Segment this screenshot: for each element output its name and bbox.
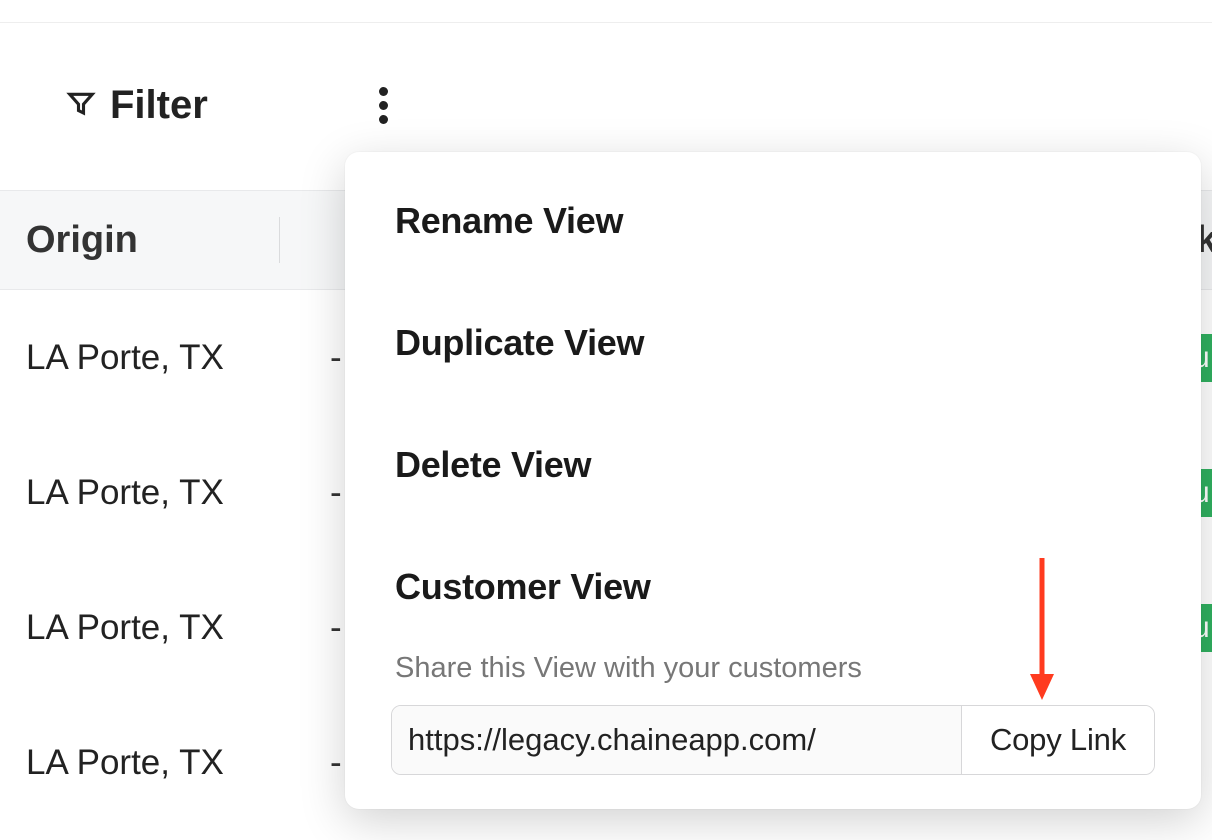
view-menu: Rename View Duplicate View Delete View C… [345, 152, 1201, 809]
dot-icon [379, 87, 388, 96]
filter-icon [66, 83, 110, 128]
divider [0, 22, 1212, 23]
cell-partial: - [330, 473, 342, 513]
cell-partial: - [330, 338, 342, 378]
dot-icon [379, 101, 388, 110]
share-url-input[interactable] [392, 706, 961, 774]
menu-item-rename[interactable]: Rename View [345, 160, 1201, 282]
cell-partial: - [330, 743, 342, 783]
cell-origin: LA Porte, TX [0, 608, 224, 648]
share-note: Share this View with your customers [345, 648, 1201, 705]
column-header-origin[interactable]: Origin [0, 219, 138, 262]
share-link-row: Copy Link [391, 705, 1155, 775]
filter-label: Filter [110, 83, 208, 128]
copy-link-button[interactable]: Copy Link [961, 706, 1154, 774]
menu-item-delete[interactable]: Delete View [345, 404, 1201, 526]
cell-origin: LA Porte, TX [0, 338, 224, 378]
filter-button[interactable]: Filter [66, 83, 208, 128]
more-menu-button[interactable] [368, 81, 400, 129]
cell-origin: LA Porte, TX [0, 743, 224, 783]
cell-partial: - [330, 608, 342, 648]
cell-origin: LA Porte, TX [0, 473, 224, 513]
dot-icon [379, 115, 388, 124]
toolbar: Filter [0, 60, 1212, 150]
menu-item-customer[interactable]: Customer View [345, 526, 1201, 648]
menu-item-duplicate[interactable]: Duplicate View [345, 282, 1201, 404]
